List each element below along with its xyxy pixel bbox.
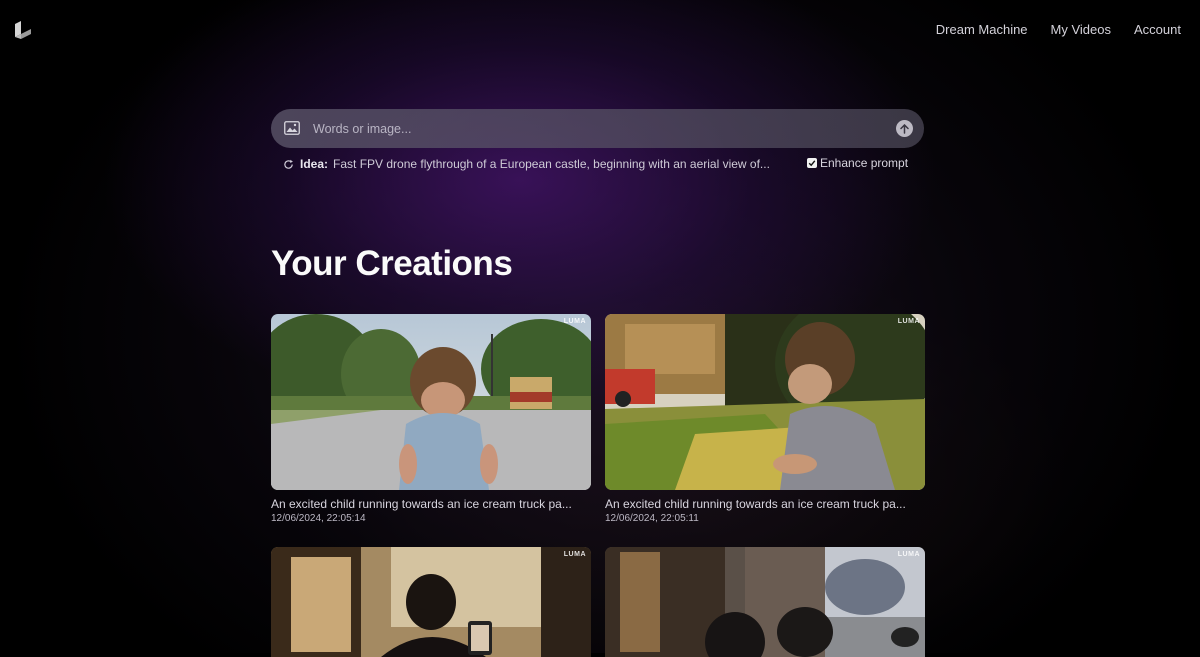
background-glow xyxy=(0,0,1200,653)
luma-watermark: LUMA xyxy=(564,318,586,325)
image-upload-icon[interactable] xyxy=(284,121,300,135)
luma-watermark: LUMA xyxy=(898,318,920,325)
creation-card[interactable]: LUMA xyxy=(605,547,925,657)
nav-my-videos[interactable]: My Videos xyxy=(1051,22,1111,37)
enhance-checkbox[interactable] xyxy=(807,158,817,168)
enhance-prompt-toggle[interactable]: Enhance prompt xyxy=(807,156,908,170)
page-title: Your Creations xyxy=(271,244,512,284)
thumbnail-image xyxy=(605,314,925,490)
creation-card[interactable]: LUMA xyxy=(271,547,591,657)
idea-label: Idea: xyxy=(300,157,328,171)
idea-text[interactable]: Fast FPV drone flythrough of a European … xyxy=(333,157,823,171)
prompt-input[interactable] xyxy=(313,109,883,148)
creation-caption: An excited child running towards an ice … xyxy=(605,497,925,511)
nav-dream-machine[interactable]: Dream Machine xyxy=(936,22,1028,37)
luma-logo-icon[interactable] xyxy=(13,20,33,40)
thumbnail-image xyxy=(605,547,925,657)
checkmark-icon xyxy=(808,159,816,167)
video-thumbnail[interactable]: LUMA xyxy=(605,547,925,657)
video-thumbnail[interactable]: LUMA xyxy=(271,547,591,657)
nav-account[interactable]: Account xyxy=(1134,22,1181,37)
top-nav: Dream Machine My Videos Account xyxy=(936,22,1181,37)
creation-card[interactable]: LUMA An excited child running towards an… xyxy=(605,314,925,524)
thumbnail-image xyxy=(271,547,591,657)
thumbnail-image xyxy=(271,314,591,490)
arrow-up-icon xyxy=(900,124,909,134)
video-thumbnail[interactable]: LUMA xyxy=(605,314,925,490)
creation-caption: An excited child running towards an ice … xyxy=(271,497,591,511)
creation-date: 12/06/2024, 22:05:14 xyxy=(271,513,591,524)
luma-watermark: LUMA xyxy=(564,551,586,558)
prompt-bar xyxy=(271,109,924,148)
video-thumbnail[interactable]: LUMA xyxy=(271,314,591,490)
enhance-label: Enhance prompt xyxy=(820,156,908,170)
creation-card[interactable]: LUMA An excited child running towards an… xyxy=(271,314,591,524)
luma-watermark: LUMA xyxy=(898,551,920,558)
submit-button[interactable] xyxy=(896,120,913,137)
refresh-icon[interactable] xyxy=(283,159,294,170)
creation-date: 12/06/2024, 22:05:11 xyxy=(605,513,925,524)
